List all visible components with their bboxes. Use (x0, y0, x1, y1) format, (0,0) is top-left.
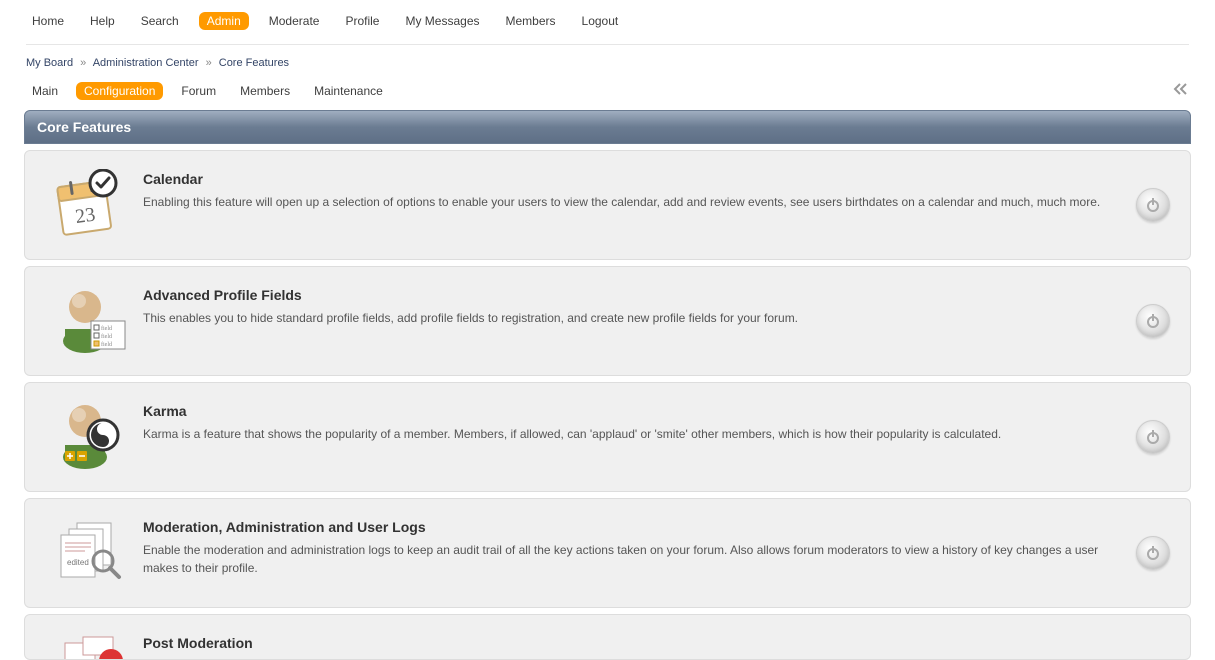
subnav-members[interactable]: Members (234, 82, 296, 100)
nav-moderate[interactable]: Moderate (263, 12, 326, 30)
nav-members[interactable]: Members (500, 12, 562, 30)
nav-home[interactable]: Home (26, 12, 70, 30)
nav-admin[interactable]: Admin (199, 12, 249, 30)
toggle-karma[interactable] (1136, 420, 1170, 454)
svg-text:23: 23 (74, 204, 97, 229)
post-moderation-icon (39, 633, 143, 659)
feature-post-moderation: Post Moderation (24, 614, 1191, 660)
feature-logs: edited Moderation, Administration and Us… (24, 498, 1191, 608)
feature-desc: Enabling this feature will open up a sel… (143, 193, 1116, 211)
subnav-maintenance[interactable]: Maintenance (308, 82, 389, 100)
breadcrumb-core-features[interactable]: Core Features (219, 57, 289, 69)
svg-text:edited: edited (67, 558, 89, 567)
panel-title: Core Features (24, 110, 1191, 144)
nav-help[interactable]: Help (84, 12, 121, 30)
breadcrumb-admin-center[interactable]: Administration Center (93, 57, 199, 69)
subnav-configuration[interactable]: Configuration (76, 82, 163, 100)
feature-calendar: 23 Calendar Enabling this feature will o… (24, 150, 1191, 260)
feature-karma: Karma Karma is a feature that shows the … (24, 382, 1191, 492)
feature-title: Moderation, Administration and User Logs (143, 519, 1116, 535)
calendar-icon: 23 (39, 169, 143, 241)
toggle-calendar[interactable] (1136, 188, 1170, 222)
feature-title: Calendar (143, 171, 1116, 187)
toggle-profile-fields[interactable] (1136, 304, 1170, 338)
primary-nav: Home Help Search Admin Moderate Profile … (0, 0, 1215, 38)
collapse-icon[interactable] (1173, 83, 1189, 98)
svg-text:field: field (101, 333, 112, 340)
nav-logout[interactable]: Logout (576, 12, 625, 30)
feature-title: Karma (143, 403, 1116, 419)
logs-icon: edited (39, 517, 143, 589)
feature-advanced-profile-fields: field field field Advanced Profile Field… (24, 266, 1191, 376)
feature-title: Advanced Profile Fields (143, 287, 1116, 303)
nav-search[interactable]: Search (135, 12, 185, 30)
feature-desc: Enable the moderation and administration… (143, 541, 1116, 577)
breadcrumb: My Board » Administration Center » Core … (0, 45, 1215, 75)
secondary-nav: Main Configuration Forum Members Mainten… (0, 75, 1215, 110)
profile-fields-icon: field field field (39, 285, 143, 357)
breadcrumb-board[interactable]: My Board (26, 57, 73, 69)
feature-desc: This enables you to hide standard profil… (143, 309, 1116, 327)
nav-my-messages[interactable]: My Messages (399, 12, 485, 30)
feature-title: Post Moderation (143, 635, 1150, 651)
karma-icon (39, 401, 143, 473)
feature-desc: Karma is a feature that shows the popula… (143, 425, 1116, 443)
subnav-forum[interactable]: Forum (175, 82, 222, 100)
subnav-main[interactable]: Main (26, 82, 64, 100)
svg-text:field: field (101, 325, 112, 332)
toggle-logs[interactable] (1136, 536, 1170, 570)
svg-text:field: field (101, 341, 112, 348)
nav-profile[interactable]: Profile (339, 12, 385, 30)
